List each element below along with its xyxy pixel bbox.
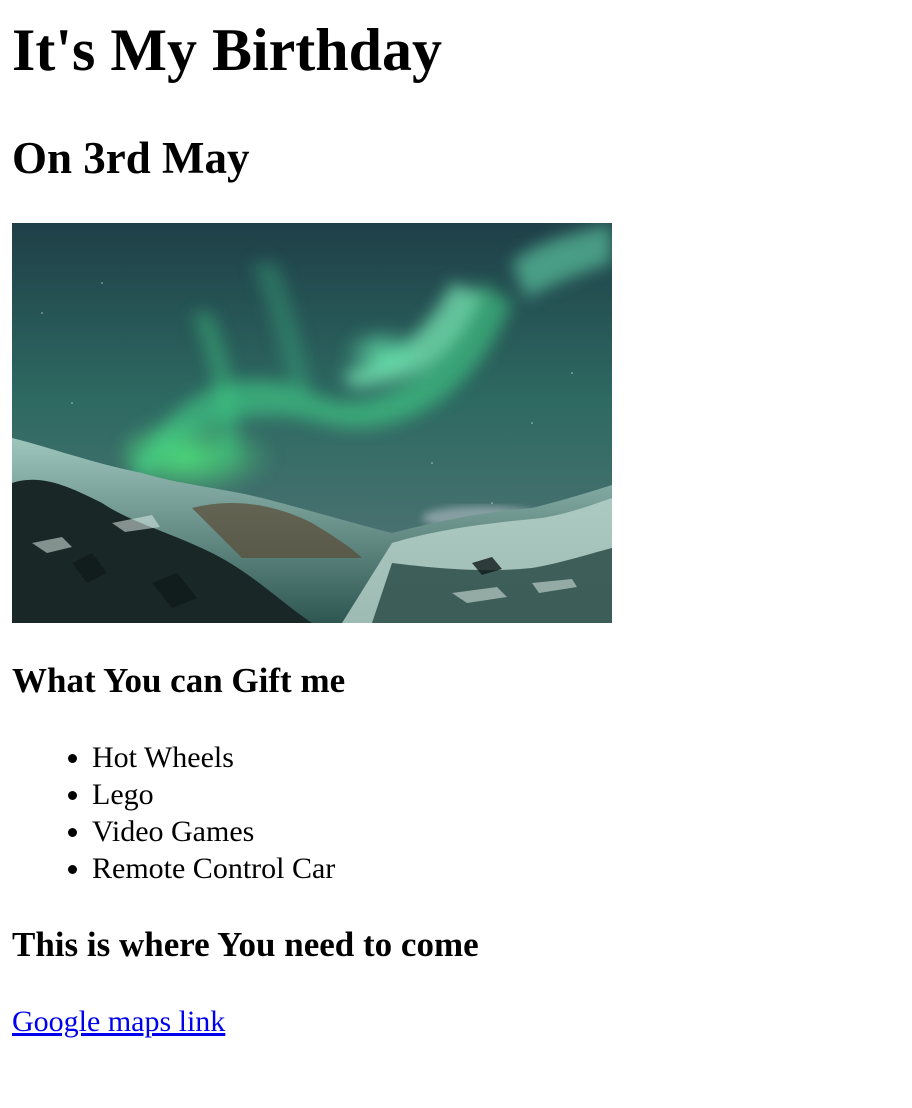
aurora-image (12, 223, 612, 623)
date-subtitle: On 3rd May (12, 133, 250, 183)
location-heading: This is where You need to come (12, 925, 479, 964)
gifts-heading: What You can Gift me (12, 661, 346, 700)
google-maps-link[interactable]: Google maps link (12, 1005, 225, 1038)
gift-item: Remote Control Car (92, 850, 900, 887)
link-paragraph: Google maps link (12, 1003, 900, 1040)
gift-list: Hot Wheels Lego Video Games Remote Contr… (12, 739, 900, 887)
gift-item: Hot Wheels (92, 739, 900, 776)
gift-item: Video Games (92, 813, 900, 850)
page-title: It's My Birthday (12, 17, 443, 83)
gift-item: Lego (92, 776, 900, 813)
